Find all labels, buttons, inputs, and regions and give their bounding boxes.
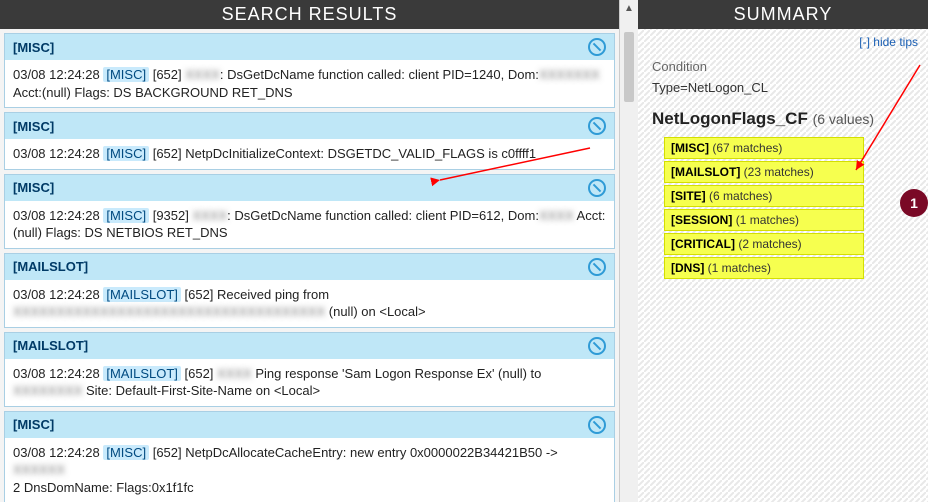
group-header[interactable]: [MAILSLOT]	[5, 254, 614, 280]
tag-pill[interactable]: [MAILSLOT]	[103, 366, 181, 381]
result-group[interactable]: [MISC] 03/08 12:24:28 [MISC] [652] XXXX:…	[4, 33, 615, 108]
annotation-badge: 1	[900, 189, 928, 217]
redacted-text: XXXX	[192, 208, 227, 223]
log-entry[interactable]: 03/08 12:24:28 [MAILSLOT] [652] Received…	[5, 280, 614, 327]
facet-item[interactable]: [DNS] (1 matches)	[664, 257, 864, 279]
filter-icon[interactable]	[588, 258, 606, 276]
facet-list: [MISC] (67 matches) [MAILSLOT] (23 match…	[664, 137, 902, 279]
log-entry[interactable]: 03/08 12:24:28 [MISC] [652] XXXX: DsGetD…	[5, 60, 614, 107]
group-label: [MAILSLOT]	[13, 259, 88, 274]
tag-pill[interactable]: [MAILSLOT]	[103, 287, 181, 302]
redacted-text: XXXXXXX	[539, 67, 600, 82]
group-label: [MISC]	[13, 40, 54, 55]
condition-value: Type=NetLogon_CL	[652, 80, 914, 95]
redacted-text: XXXXXX	[13, 462, 65, 477]
facet-item[interactable]: [SESSION] (1 matches)	[664, 209, 864, 231]
group-header[interactable]: [MAILSLOT]	[5, 333, 614, 359]
search-results-panel: SEARCH RESULTS [MISC] 03/08 12:24:28 [MI…	[0, 0, 620, 502]
condition-label: Condition	[652, 59, 914, 74]
scrollbar[interactable]: ▲	[620, 0, 638, 502]
facet-item[interactable]: [SITE] (6 matches)	[664, 185, 864, 207]
redacted-text: XXXXXXXXXXXXXXXXXXXXXXXXXXXXXXXXXXXX	[13, 304, 325, 319]
facet-item[interactable]: [CRITICAL] (2 matches)	[664, 233, 864, 255]
search-results-title: SEARCH RESULTS	[0, 0, 619, 29]
filter-icon[interactable]	[588, 38, 606, 56]
redacted-text: XXXX	[217, 366, 252, 381]
group-label: [MISC]	[13, 417, 54, 432]
facet-item[interactable]: [MAILSLOT] (23 matches)	[664, 161, 864, 183]
group-header[interactable]: [MISC]	[5, 175, 614, 201]
log-entry[interactable]: 03/08 12:24:28 [MISC] [652] NetpDcInitia…	[5, 139, 614, 169]
result-group[interactable]: [MAILSLOT] 03/08 12:24:28 [MAILSLOT] [65…	[4, 253, 615, 328]
filter-icon[interactable]	[588, 337, 606, 355]
redacted-text: XXXX	[185, 67, 220, 82]
hide-tips-link[interactable]: [-] hide tips	[638, 29, 928, 55]
result-group[interactable]: [MAILSLOT] 03/08 12:24:28 [MAILSLOT] [65…	[4, 332, 615, 407]
scroll-up-icon[interactable]: ▲	[620, 0, 638, 16]
result-group[interactable]: [MISC] 03/08 12:24:28 [MISC] [9352] XXXX…	[4, 174, 615, 249]
tag-pill[interactable]: [MISC]	[103, 146, 149, 161]
log-entry[interactable]: 03/08 12:24:28 [MISC] [9352] XXXX: DsGet…	[5, 201, 614, 248]
group-header[interactable]: [MISC]	[5, 113, 614, 139]
redacted-text: XXXX	[539, 208, 574, 223]
group-header[interactable]: [MISC]	[5, 412, 614, 438]
result-group[interactable]: [MISC] 03/08 12:24:28 [MISC] [652] NetpD…	[4, 112, 615, 170]
results-list[interactable]: [MISC] 03/08 12:24:28 [MISC] [652] XXXX:…	[0, 29, 619, 502]
tag-pill[interactable]: [MISC]	[103, 67, 149, 82]
scroll-thumb[interactable]	[624, 32, 634, 102]
summary-title: SUMMARY	[638, 0, 928, 29]
facet-title: NetLogonFlags_CF (6 values)	[652, 109, 914, 129]
filter-icon[interactable]	[588, 416, 606, 434]
group-header[interactable]: [MISC]	[5, 34, 614, 60]
group-label: [MISC]	[13, 180, 54, 195]
tag-pill[interactable]: [MISC]	[103, 208, 149, 223]
filter-icon[interactable]	[588, 117, 606, 135]
filter-icon[interactable]	[588, 179, 606, 197]
result-group[interactable]: [MISC] 03/08 12:24:28 [MISC] [652] NetpD…	[4, 411, 615, 502]
log-entry[interactable]: 03/08 12:24:28 [MAILSLOT] [652] XXXX Pin…	[5, 359, 614, 406]
log-entry[interactable]: 03/08 12:24:28 [MISC] [652] NetpDcAlloca…	[5, 438, 614, 502]
group-label: [MAILSLOT]	[13, 338, 88, 353]
tag-pill[interactable]: [MISC]	[103, 445, 149, 460]
redacted-text: XXXXXXXX	[13, 383, 82, 398]
summary-panel: SUMMARY [-] hide tips Condition Type=Net…	[638, 0, 928, 502]
facet-item[interactable]: [MISC] (67 matches)	[664, 137, 864, 159]
group-label: [MISC]	[13, 119, 54, 134]
